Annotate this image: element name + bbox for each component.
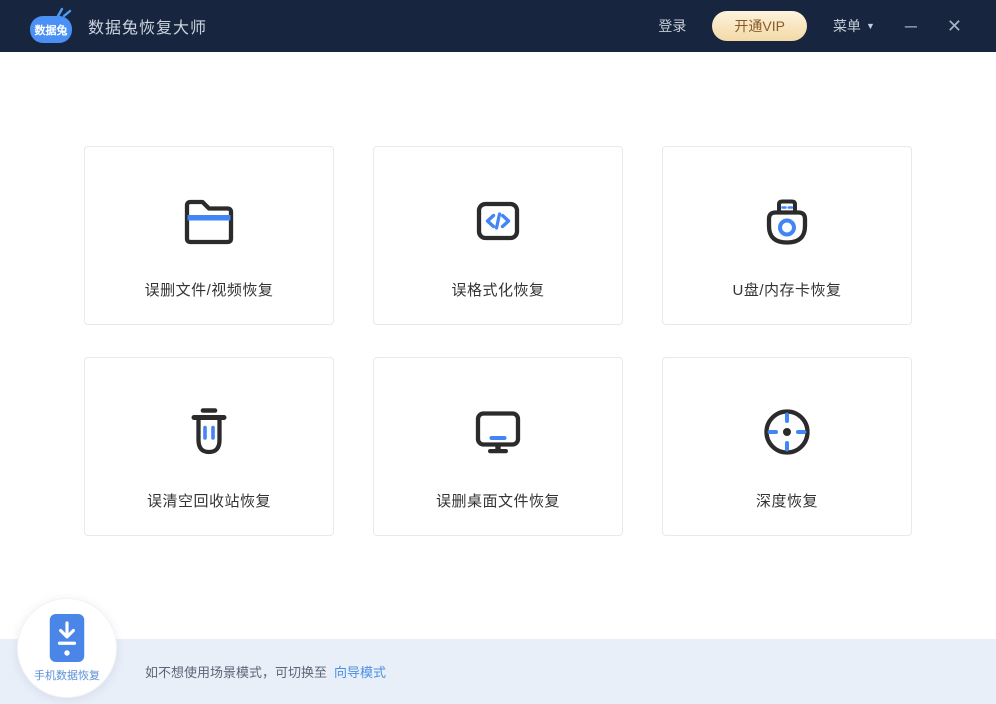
chevron-down-icon: ▼ bbox=[866, 21, 875, 31]
rabbit-tv-logo-icon: 数据兔 bbox=[28, 7, 74, 45]
phone-data-recovery-badge[interactable]: 手机数据恢复 bbox=[17, 598, 117, 698]
wizard-mode-link[interactable]: 向导模式 bbox=[334, 662, 386, 681]
target-icon bbox=[755, 400, 819, 464]
card-label: 误删文件/视频恢复 bbox=[145, 279, 274, 300]
usb-drive-icon bbox=[755, 189, 819, 253]
phone-download-icon bbox=[49, 613, 85, 663]
badge-label: 手机数据恢复 bbox=[34, 667, 100, 683]
card-label: 误清空回收站恢复 bbox=[147, 490, 271, 511]
menu-label: 菜单 bbox=[833, 16, 861, 36]
card-label: 误删桌面文件恢复 bbox=[436, 490, 560, 511]
card-usb-memorycard-recovery[interactable]: U盘/内存卡恢复 bbox=[662, 146, 912, 325]
menu-dropdown[interactable]: 菜单 ▼ bbox=[833, 16, 875, 36]
code-icon bbox=[466, 189, 530, 253]
minimize-button[interactable]: ─ bbox=[905, 18, 917, 35]
logo-text: 数据兔 bbox=[35, 23, 68, 37]
open-vip-button[interactable]: 开通VIP bbox=[712, 11, 807, 41]
login-link[interactable]: 登录 bbox=[658, 16, 686, 36]
card-deleted-file-video-recovery[interactable]: 误删文件/视频恢复 bbox=[84, 146, 334, 325]
card-label: 深度恢复 bbox=[756, 490, 818, 511]
app-logo: 数据兔 bbox=[28, 7, 74, 45]
trash-icon bbox=[177, 400, 241, 464]
close-button[interactable]: ✕ bbox=[947, 17, 962, 35]
footer-bar: 如不想使用场景模式，可切换至 向导模式 bbox=[0, 639, 996, 704]
card-desktop-files-recovery[interactable]: 误删桌面文件恢复 bbox=[373, 357, 623, 536]
card-formatted-recovery[interactable]: 误格式化恢复 bbox=[373, 146, 623, 325]
desktop-monitor-icon bbox=[466, 400, 530, 464]
card-deep-recovery[interactable]: 深度恢复 bbox=[662, 357, 912, 536]
recovery-mode-grid: 误删文件/视频恢复 误格式化恢复 U盘/内存卡恢复 bbox=[84, 146, 912, 536]
mode-hint-text: 如不想使用场景模式，可切换至 bbox=[145, 662, 327, 681]
card-label: U盘/内存卡恢复 bbox=[732, 279, 841, 300]
app-title: 数据兔恢复大师 bbox=[88, 14, 207, 38]
folder-icon bbox=[177, 189, 241, 253]
card-recycle-bin-recovery[interactable]: 误清空回收站恢复 bbox=[84, 357, 334, 536]
card-label: 误格式化恢复 bbox=[451, 279, 544, 300]
titlebar: 数据兔 数据兔恢复大师 登录 开通VIP 菜单 ▼ ─ ✕ bbox=[0, 0, 996, 52]
